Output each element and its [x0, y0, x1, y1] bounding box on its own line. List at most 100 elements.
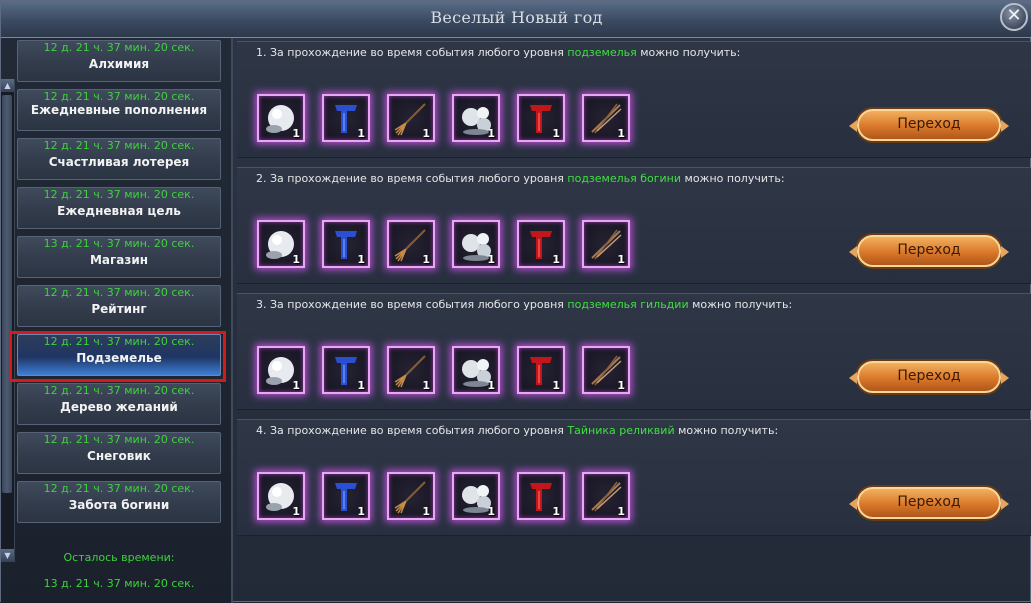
reward-slot[interactable]: 1 [387, 94, 435, 142]
reward-quantity: 1 [552, 127, 560, 140]
task-description: 1. За прохождение во время события любог… [256, 46, 740, 59]
task-description: 3. За прохождение во время события любог… [256, 298, 792, 311]
reward-slot[interactable]: 1 [582, 94, 630, 142]
sidebar-scrollbar[interactable]: ▲ ▼ [1, 79, 15, 562]
task-text: можно получить: [681, 172, 785, 185]
reward-quantity: 1 [357, 505, 365, 518]
goto-button[interactable]: Переход [849, 487, 1009, 519]
event-timer: 12 д. 21 ч. 37 мин. 20 сек. [43, 482, 195, 495]
sidebar-item-alchemy[interactable]: 12 д. 21 ч. 37 мин. 20 сек. Алхимия [17, 40, 221, 82]
sidebar-item-goddess-care[interactable]: 12 д. 21 ч. 37 мин. 20 сек. Забота богин… [17, 481, 221, 523]
task-panel: 4. За прохождение во время события любог… [237, 419, 1031, 536]
reward-slot[interactable]: 1 [257, 346, 305, 394]
sidebar-item-label: Дерево желаний [60, 400, 178, 414]
close-icon: ✕ [1006, 5, 1022, 26]
task-text: 4. За прохождение во время события любог… [256, 424, 568, 437]
scroll-thumb[interactable] [2, 95, 12, 493]
reward-slot[interactable]: 1 [582, 472, 630, 520]
sidebar-item-label: Счастливая лотерея [48, 155, 190, 169]
sidebar-item-label: Рейтинг [91, 302, 147, 316]
reward-quantity: 1 [617, 253, 625, 266]
reward-quantity: 1 [552, 505, 560, 518]
reward-quantity: 1 [292, 253, 300, 266]
reward-quantity: 1 [292, 127, 300, 140]
reward-slot[interactable]: 1 [517, 94, 565, 142]
reward-slot[interactable]: 1 [452, 346, 500, 394]
task-text: можно получить: [674, 424, 779, 437]
scroll-down-icon[interactable]: ▼ [1, 549, 14, 562]
goto-button[interactable]: Переход [849, 361, 1009, 393]
sidebar-item-wish-tree[interactable]: 12 д. 21 ч. 37 мин. 20 сек. Дерево желан… [17, 383, 221, 425]
goto-button[interactable]: Переход [849, 235, 1009, 267]
reward-slot[interactable]: 1 [322, 220, 370, 268]
reward-slot[interactable]: 1 [387, 472, 435, 520]
reward-quantity: 1 [357, 253, 365, 266]
sidebar-item-label: Снеговик [87, 449, 151, 463]
reward-slot[interactable]: 1 [257, 220, 305, 268]
title-bar: Веселый Новый год ✕ [1, 1, 1031, 38]
sidebar-item-label: Забота богини [68, 498, 170, 512]
reward-slot[interactable]: 1 [322, 94, 370, 142]
reward-slot[interactable]: 1 [322, 472, 370, 520]
reward-slot[interactable]: 1 [387, 346, 435, 394]
reward-quantity: 1 [487, 127, 495, 140]
task-location: подземелья [567, 46, 637, 59]
reward-slot[interactable]: 1 [517, 472, 565, 520]
sidebar-item-rating[interactable]: 12 д. 21 ч. 37 мин. 20 сек. Рейтинг [17, 285, 221, 327]
reward-quantity: 1 [487, 253, 495, 266]
reward-slot[interactable]: 1 [387, 220, 435, 268]
sidebar-item-snowman[interactable]: 12 д. 21 ч. 37 мин. 20 сек. Снеговик [17, 432, 221, 474]
sidebar-item-label: Ежедневная цель [57, 204, 181, 218]
reward-slot[interactable]: 1 [582, 346, 630, 394]
event-sidebar: ▲ ▼ 12 д. 21 ч. 37 мин. 20 сек. Алхимия … [1, 38, 233, 603]
reward-quantity: 1 [357, 379, 365, 392]
task-panel: 3. За прохождение во время события любог… [237, 293, 1031, 410]
reward-slot[interactable]: 1 [452, 94, 500, 142]
sidebar-item-daily-goal[interactable]: 12 д. 21 ч. 37 мин. 20 сек. Ежедневная ц… [17, 187, 221, 229]
reward-quantity: 1 [487, 379, 495, 392]
selected-item-outline [9, 331, 226, 382]
task-description: 2. За прохождение во время события любог… [256, 172, 785, 185]
event-timer: 12 д. 21 ч. 37 мин. 20 сек. [43, 384, 195, 397]
task-text: можно получить: [636, 46, 741, 59]
window-title: Веселый Новый год [430, 8, 603, 27]
task-panel: 2. За прохождение во время события любог… [237, 167, 1031, 284]
remaining-time-value: 13 д. 21 ч. 37 мин. 20 сек. [43, 577, 195, 590]
scroll-up-icon[interactable]: ▲ [1, 79, 14, 92]
reward-quantity: 1 [422, 127, 430, 140]
reward-quantity: 1 [292, 379, 300, 392]
reward-slot[interactable]: 1 [517, 346, 565, 394]
event-timer: 12 д. 21 ч. 37 мин. 20 сек. [43, 90, 195, 103]
remaining-time-label: Осталось времени: [63, 551, 175, 564]
reward-slot[interactable]: 1 [322, 346, 370, 394]
task-location: Тайника реликвий [567, 424, 675, 437]
task-location: подземелья гильдии [567, 298, 689, 311]
reward-quantity: 1 [552, 253, 560, 266]
close-button[interactable]: ✕ [1000, 3, 1028, 31]
event-timer: 12 д. 21 ч. 37 мин. 20 сек. [43, 41, 195, 54]
event-timer: 12 д. 21 ч. 37 мин. 20 сек. [43, 433, 195, 446]
reward-slot[interactable]: 1 [582, 220, 630, 268]
reward-slot[interactable]: 1 [257, 94, 305, 142]
task-text: 2. За прохождение во время события любог… [256, 172, 568, 185]
sidebar-item-daily-topup[interactable]: 12 д. 21 ч. 37 мин. 20 сек. Ежедневные п… [17, 89, 221, 131]
task-text: 1. За прохождение во время события любог… [256, 46, 568, 59]
reward-slot[interactable]: 1 [257, 472, 305, 520]
sidebar-item-shop[interactable]: 13 д. 21 ч. 37 мин. 20 сек. Магазин [17, 236, 221, 278]
reward-slot[interactable]: 1 [452, 472, 500, 520]
task-description: 4. За прохождение во время события любог… [256, 424, 778, 437]
reward-quantity: 1 [357, 127, 365, 140]
task-location: подземелья богини [567, 172, 682, 185]
sidebar-item-lucky-lottery[interactable]: 12 д. 21 ч. 37 мин. 20 сек. Счастливая л… [17, 138, 221, 180]
reward-slot[interactable]: 1 [452, 220, 500, 268]
reward-slot[interactable]: 1 [517, 220, 565, 268]
goto-button[interactable]: Переход [849, 109, 1009, 141]
reward-quantity: 1 [552, 379, 560, 392]
event-timer: 12 д. 21 ч. 37 мин. 20 сек. [43, 286, 195, 299]
reward-quantity: 1 [292, 505, 300, 518]
reward-quantity: 1 [617, 127, 625, 140]
event-timer: 13 д. 21 ч. 37 мин. 20 сек. [43, 237, 195, 250]
sidebar-item-label: Ежедневные пополнения [30, 103, 208, 117]
reward-quantity: 1 [487, 505, 495, 518]
event-timer: 12 д. 21 ч. 37 мин. 20 сек. [43, 139, 195, 152]
